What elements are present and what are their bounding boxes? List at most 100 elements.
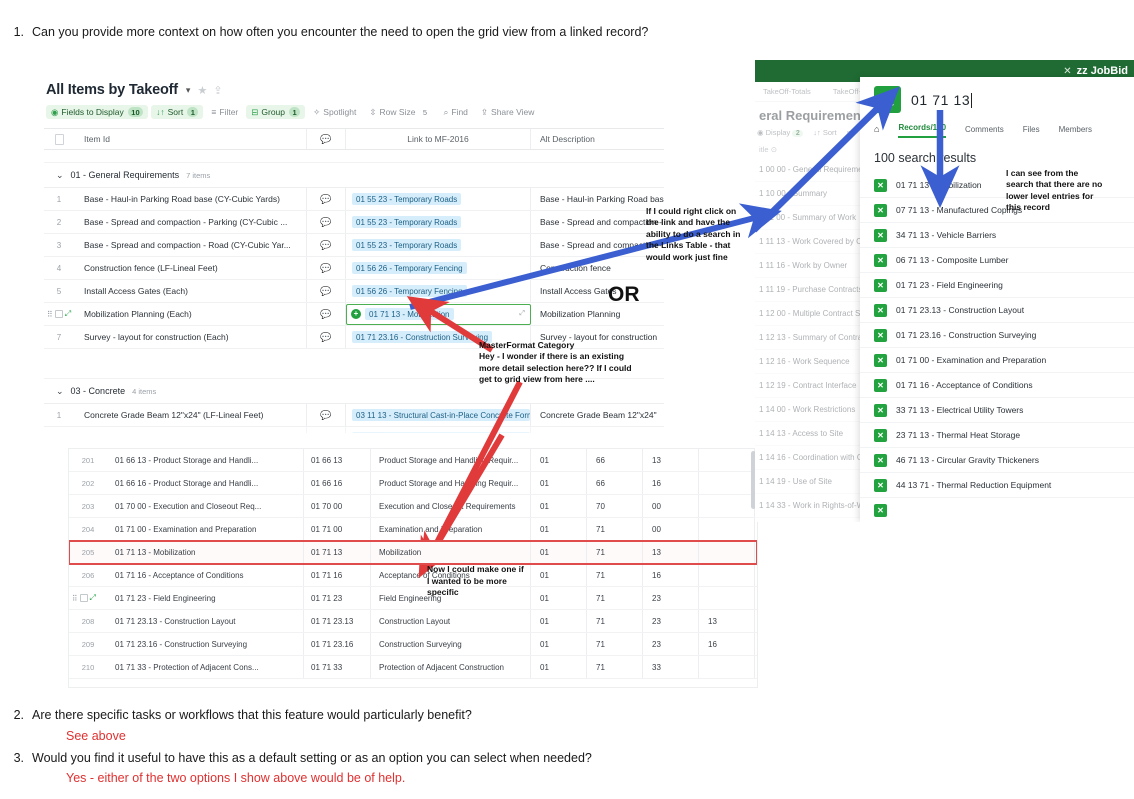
link-chip[interactable]: 01 71 13 - Mobilization (365, 308, 454, 320)
list-item[interactable]: ✕ 33 71 13 - Electrical Utility Towers (860, 398, 1134, 423)
cell-alt-description[interactable]: Base - Spread and compaction - Parking (531, 217, 664, 227)
bg-filter-button[interactable]: ≡ F (847, 128, 858, 137)
table-row[interactable]: 2 Concrete Grade Beam 14"x24" (LF-Lineal… (44, 427, 664, 433)
list-item[interactable]: ✕ 23 71 13 - Thermal Heat Storage (860, 423, 1134, 448)
row-checkbox[interactable] (54, 310, 63, 318)
drag-dots-icon[interactable]: ⠿ (47, 310, 53, 319)
cell-note[interactable]: 💬 (306, 257, 346, 279)
tab-comments[interactable]: Comments (965, 125, 1004, 138)
cell-description[interactable]: Construction Layout (371, 610, 531, 632)
cell-level3[interactable]: 23 (643, 587, 699, 609)
cell-note[interactable]: 💬 (306, 326, 346, 348)
drag-dots-icon[interactable]: ⠿ (72, 594, 78, 603)
column-header-item-id[interactable]: Item Id (74, 134, 306, 144)
table-row[interactable]: 1 Concrete Grade Beam 12"x24" (LF-Lineal… (44, 404, 664, 427)
cell-level1[interactable]: 01 (531, 541, 587, 563)
cell-level3[interactable]: 23 (643, 610, 699, 632)
cell-name[interactable]: 01 66 16 - Product Storage and Handli... (107, 472, 304, 494)
expand-record-icon[interactable]: ⤢ (65, 309, 71, 319)
link-chip[interactable]: 01 56 26 - Temporary Fencing (352, 262, 467, 274)
cell-code[interactable]: 01 71 23.13 (304, 610, 371, 632)
column-header-link[interactable]: Link to MF-2016 (346, 129, 531, 149)
bg-sort-button[interactable]: ↓↑ Sort (813, 128, 836, 137)
table-row-selected[interactable]: ⠿ ⤢ 01 71 23 - Field Engineering 01 71 2… (69, 587, 757, 610)
cell-level2[interactable]: 71 (587, 541, 643, 563)
cell-description[interactable]: Mobilization (371, 541, 531, 563)
cell-level2[interactable]: 66 (587, 472, 643, 494)
cell-code[interactable]: 01 70 00 (304, 495, 371, 517)
cell-description[interactable]: Product Storage and Handling Requir... (371, 472, 531, 494)
link-chip[interactable]: 01 56 26 - Temporary Fencing (352, 285, 467, 297)
cell-description[interactable]: Execution and Closeout Requirements (371, 495, 531, 517)
table-row[interactable]: 5 Install Access Gates (Each) 💬 01 56 26… (44, 280, 664, 303)
table-row[interactable]: 208 01 71 23.13 - Construction Layout 01… (69, 610, 757, 633)
chevron-down-icon[interactable]: ⌄ (56, 170, 64, 181)
cell-note[interactable]: 💬 (306, 280, 346, 302)
table-row[interactable]: 3 Base - Spread and compaction - Road (C… (44, 234, 664, 257)
cell-level2[interactable]: 71 (587, 633, 643, 655)
cell-name[interactable]: 01 71 23.16 - Construction Surveying (107, 633, 304, 655)
cell-level3[interactable]: 23 (643, 633, 699, 655)
cell-link[interactable]: 03 11 13 - Structural Cast-in-Place Conc… (346, 404, 531, 426)
cell-level3[interactable]: 13 (643, 449, 699, 471)
cell-item-id[interactable]: Mobilization Planning (Each) (74, 309, 306, 319)
tab-files[interactable]: Files (1023, 125, 1040, 138)
cell-name[interactable]: 01 71 33 - Protection of Adjacent Cons..… (107, 656, 304, 678)
cell-level1[interactable]: 01 (531, 610, 587, 632)
cell-level4[interactable] (699, 472, 755, 494)
cell-link[interactable]: 01 56 26 - Temporary Fencing (346, 280, 531, 302)
group-header-general-requirements[interactable]: ⌄ 01 - General Requirements 7 items (44, 163, 664, 188)
cell-description[interactable]: Protection of Adjacent Construction (371, 656, 531, 678)
tab-records[interactable]: Records/100 (898, 123, 947, 138)
cell-code[interactable]: 01 71 13 (304, 541, 371, 563)
table-row[interactable]: 2 Base - Spread and compaction - Parking… (44, 211, 664, 234)
subnav-takeoff-totals[interactable]: TakeOff-Totals (763, 87, 811, 96)
list-item[interactable]: ✕ 46 71 13 - Circular Gravity Thickeners (860, 448, 1134, 473)
cell-code[interactable]: 01 66 13 (304, 449, 371, 471)
search-input[interactable]: 01 71 13 (911, 92, 973, 108)
cell-level3[interactable]: 16 (643, 472, 699, 494)
list-item[interactable]: ✕ 06 71 13 - Composite Lumber (860, 248, 1134, 273)
cell-level4[interactable] (699, 587, 755, 609)
table-row[interactable]: 4 Construction fence (LF-Lineal Feet) 💬 … (44, 257, 664, 280)
chevron-down-icon[interactable]: ▾ (186, 85, 191, 96)
star-icon[interactable]: ★ (197, 84, 207, 97)
cell-item-id[interactable]: Install Access Gates (Each) (74, 286, 306, 296)
fields-to-display-button[interactable]: ◉ Fields to Display 10 (46, 105, 149, 119)
sort-button[interactable]: ↓↑ Sort 1 (151, 105, 204, 119)
row-drag-handle[interactable]: ⠿ ⤢ (69, 593, 107, 603)
bg-display-button[interactable]: ◉ Display 2 (757, 128, 804, 137)
table-row-highlighted[interactable]: 205 01 71 13 - Mobilization 01 71 13 Mob… (69, 540, 757, 565)
list-item[interactable]: ✕ 01 71 23.16 - Construction Surveying (860, 323, 1134, 348)
find-button[interactable]: ⌕ Find (439, 105, 473, 119)
cell-level4[interactable] (699, 518, 755, 540)
list-item[interactable]: ✕ 01 71 00 - Examination and Preparation (860, 348, 1134, 373)
cell-level2[interactable]: 71 (587, 518, 643, 540)
table-row[interactable]: 209 01 71 23.16 - Construction Surveying… (69, 633, 757, 656)
cell-item-id[interactable]: Base - Spread and compaction - Parking (… (74, 217, 306, 227)
table-row[interactable]: 202 01 66 16 - Product Storage and Handl… (69, 472, 757, 495)
cell-description[interactable]: Examination and Preparation (371, 518, 531, 540)
home-icon[interactable]: ⌂ (874, 124, 879, 138)
cell-note[interactable]: 💬 (306, 234, 346, 256)
cell-code[interactable]: 01 71 16 (304, 564, 371, 586)
cell-name[interactable]: 01 66 13 - Product Storage and Handli... (107, 449, 304, 471)
cell-level1[interactable]: 01 (531, 449, 587, 471)
cell-level4[interactable] (699, 495, 755, 517)
cell-code[interactable]: 01 71 23 (304, 587, 371, 609)
cell-link[interactable]: 03 11 13 - Structural Cast-in-Place Conc… (346, 427, 531, 433)
cell-level2[interactable]: 70 (587, 495, 643, 517)
row-size-button[interactable]: ⇳ Row Size 5 (364, 105, 435, 119)
table-row[interactable]: 1 Base - Haul-in Parking Road base (CY-C… (44, 188, 664, 211)
cell-item-id[interactable]: Construction fence (LF-Lineal Feet) (74, 263, 306, 273)
cell-code[interactable]: 01 71 00 (304, 518, 371, 540)
row-checkbox[interactable] (79, 594, 88, 602)
cell-name[interactable]: 01 71 00 - Examination and Preparation (107, 518, 304, 540)
cell-level2[interactable]: 71 (587, 610, 643, 632)
cell-description[interactable]: Product Storage and Handling Requir... (371, 449, 531, 471)
cell-link[interactable]: 01 55 23 - Temporary Roads (346, 234, 531, 256)
link-chip[interactable]: 01 55 23 - Temporary Roads (352, 239, 462, 251)
cell-level2[interactable]: 71 (587, 564, 643, 586)
table-row[interactable]: 203 01 70 00 - Execution and Closeout Re… (69, 495, 757, 518)
add-link-icon[interactable]: + (351, 309, 361, 319)
